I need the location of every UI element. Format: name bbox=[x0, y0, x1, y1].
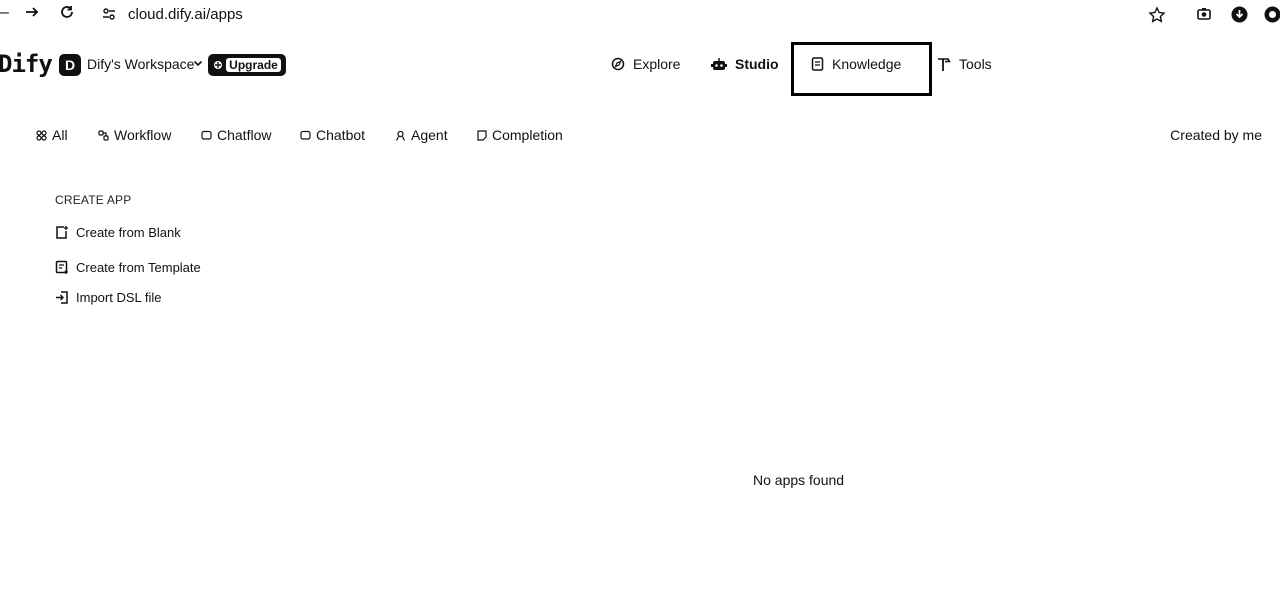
document-icon bbox=[477, 129, 487, 141]
new-file-icon bbox=[55, 225, 69, 240]
template-icon bbox=[55, 260, 69, 275]
tab-chatbot[interactable]: Chatbot bbox=[300, 127, 365, 143]
tab-completion[interactable]: Completion bbox=[477, 127, 563, 143]
import-dsl-button[interactable]: Import DSL file bbox=[55, 282, 295, 312]
bookmark-star-icon[interactable] bbox=[1148, 6, 1166, 24]
import-dsl-label: Import DSL file bbox=[76, 289, 162, 305]
site-settings-icon[interactable] bbox=[101, 6, 117, 22]
nav-tools-label: Tools bbox=[959, 56, 992, 72]
created-by-me-toggle[interactable]: Created by me bbox=[1170, 127, 1262, 143]
chat-bubble-icon bbox=[201, 130, 212, 141]
sparkle-icon bbox=[213, 60, 223, 70]
create-app-card: CREATE APP Create from Blank Create from… bbox=[55, 193, 295, 312]
nav-studio-label: Studio bbox=[735, 56, 779, 72]
grid-icon bbox=[36, 129, 47, 141]
workflow-icon bbox=[98, 129, 109, 141]
app-type-tabs: All Workflow Chatflow Chatbot Agent Comp… bbox=[0, 125, 1280, 147]
dify-logo[interactable]: Dify bbox=[0, 50, 53, 78]
tab-agent[interactable]: Agent bbox=[395, 127, 448, 143]
nav-explore[interactable]: Explore bbox=[611, 56, 680, 72]
tab-label: Chatflow bbox=[217, 127, 272, 143]
create-from-template-label: Create from Template bbox=[76, 259, 201, 275]
create-from-template-button[interactable]: Create from Template bbox=[55, 252, 295, 282]
url-field[interactable]: cloud.dify.ai/apps bbox=[128, 6, 243, 23]
upgrade-label: Upgrade bbox=[226, 58, 281, 72]
import-icon bbox=[55, 290, 69, 305]
screenshot-extension-icon[interactable] bbox=[1196, 6, 1212, 22]
tab-label: Workflow bbox=[114, 127, 172, 143]
chevron-down-icon[interactable] bbox=[193, 58, 203, 68]
nav-knowledge[interactable]: Knowledge bbox=[811, 56, 901, 72]
back-icon[interactable]: – bbox=[0, 4, 9, 22]
nav-explore-label: Explore bbox=[633, 56, 681, 72]
app-header: Dify D Dify's Workspace Upgrade Explore … bbox=[0, 40, 1280, 96]
create-from-blank-label: Create from Blank bbox=[76, 224, 181, 240]
robot-icon bbox=[711, 57, 727, 71]
workspace-name[interactable]: Dify's Workspace bbox=[87, 56, 194, 72]
chat-bubble-icon bbox=[300, 130, 311, 141]
upgrade-button[interactable]: Upgrade bbox=[208, 54, 286, 76]
tab-chatflow[interactable]: Chatflow bbox=[201, 127, 271, 143]
forward-icon[interactable] bbox=[24, 4, 40, 20]
tab-label: Completion bbox=[492, 127, 563, 143]
empty-state-message: No apps found bbox=[753, 472, 845, 488]
nav-knowledge-label: Knowledge bbox=[832, 56, 902, 72]
create-from-blank-button[interactable]: Create from Blank bbox=[55, 217, 295, 247]
tab-all[interactable]: All bbox=[36, 127, 68, 143]
create-app-title: CREATE APP bbox=[55, 193, 132, 207]
nav-studio[interactable]: Studio bbox=[711, 56, 779, 72]
tab-label: Chatbot bbox=[316, 127, 366, 143]
browser-toolbar: – cloud.dify.ai/apps bbox=[0, 0, 1280, 30]
tab-label: All bbox=[52, 127, 68, 143]
tab-workflow[interactable]: Workflow bbox=[98, 127, 171, 143]
tab-label: Agent bbox=[411, 127, 448, 143]
compass-icon bbox=[611, 57, 625, 71]
hammer-icon bbox=[937, 57, 951, 72]
nav-tools[interactable]: Tools bbox=[937, 56, 992, 72]
download-icon[interactable] bbox=[1231, 6, 1248, 23]
reload-icon[interactable] bbox=[59, 4, 75, 20]
book-icon bbox=[811, 57, 824, 71]
agent-icon bbox=[395, 130, 406, 141]
profile-extension-icon[interactable] bbox=[1264, 6, 1280, 23]
workspace-avatar[interactable]: D bbox=[59, 54, 81, 76]
